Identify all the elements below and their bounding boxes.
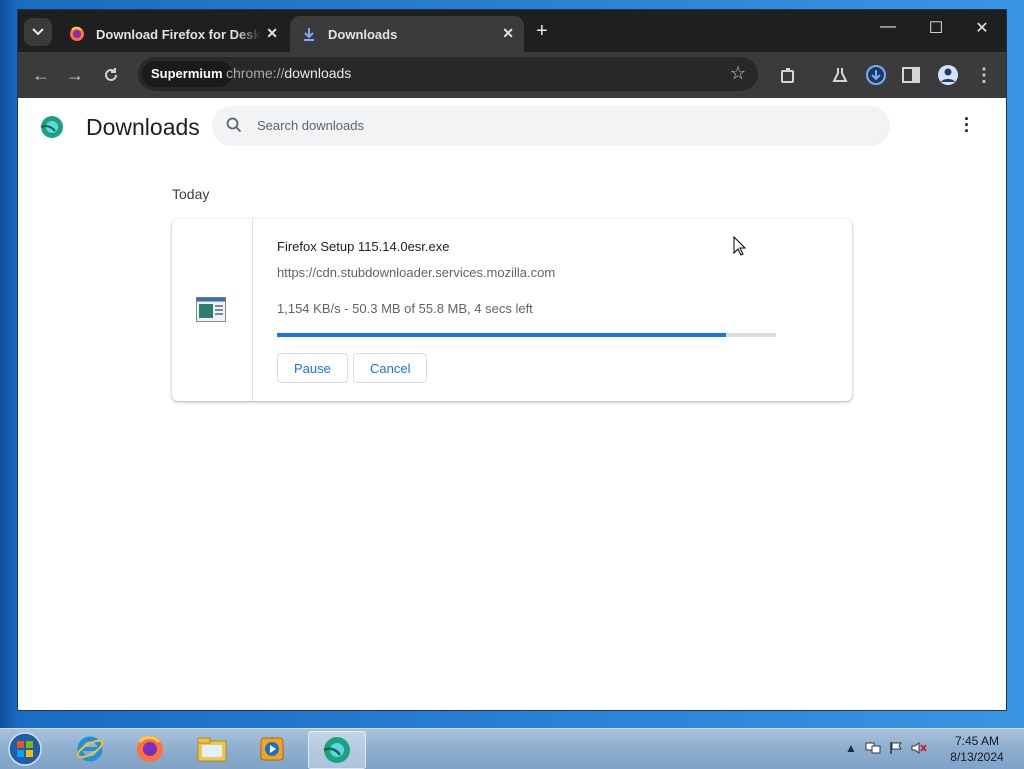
windows-start-icon[interactable]: [6, 731, 44, 767]
action-center-flag-icon[interactable]: [889, 741, 903, 755]
supermium-logo-icon: [40, 116, 63, 138]
close-window-button[interactable]: ✕: [962, 18, 1002, 38]
address-bar[interactable]: Supermium chrome://downloads ☆: [138, 57, 758, 91]
tab-downloads[interactable]: Downloads ✕: [290, 16, 524, 52]
browser-chip[interactable]: Supermium: [142, 61, 232, 87]
tab-title: Download Firefox for Desktop — Mozilla: [96, 26, 261, 42]
downloads-toolbar-icon[interactable]: [864, 63, 888, 87]
download-icon: [300, 25, 318, 43]
downloads-page: Downloads Search downloads · · · Today Fir…: [18, 98, 1006, 710]
more-options-icon[interactable]: · · ·: [964, 110, 970, 140]
page-title: Downloads: [86, 114, 200, 140]
close-icon[interactable]: ✕: [266, 25, 278, 42]
search-placeholder: Search downloads: [257, 118, 364, 133]
chevron-down-icon: [32, 28, 44, 36]
search-icon: [226, 117, 242, 133]
file-icon-column: [172, 219, 253, 401]
download-item-card: Firefox Setup 115.14.0esr.exe https://cd…: [172, 219, 852, 401]
tab-search-button[interactable]: [24, 18, 52, 46]
tab-strip: Download Firefox for Desktop — Mozilla ✕…: [18, 10, 1006, 52]
file-explorer-icon[interactable]: [184, 731, 240, 767]
profile-avatar-icon[interactable]: [936, 63, 960, 87]
side-panel-icon[interactable]: [899, 63, 923, 87]
browser-toolbar: ← → Supermium chrome://downloads ☆ ⋮: [18, 52, 1006, 98]
download-progress-fill: [277, 333, 727, 337]
reload-button[interactable]: [98, 62, 124, 88]
internet-explorer-icon[interactable]: [62, 731, 118, 767]
media-player-icon[interactable]: [244, 731, 300, 767]
exe-file-icon: [196, 297, 226, 322]
minimize-button[interactable]: —: [868, 18, 908, 36]
new-tab-button[interactable]: +: [536, 20, 548, 43]
tab-firefox-download[interactable]: Download Firefox for Desktop — Mozilla ✕: [58, 16, 288, 52]
cancel-button[interactable]: Cancel: [353, 353, 428, 383]
clock-time: 7:45 AM: [954, 734, 1000, 748]
download-status-text: 1,154 KB/s - 50.3 MB of 55.8 MB, 4 secs …: [277, 301, 533, 316]
network-icon[interactable]: [865, 741, 881, 755]
download-progress-bar: [277, 333, 776, 337]
back-button[interactable]: ←: [28, 62, 54, 88]
mouse-cursor-icon: [733, 236, 747, 256]
system-tray: ▲: [845, 741, 927, 755]
firefox-icon: [68, 25, 86, 43]
maximize-button[interactable]: ☐: [916, 18, 956, 38]
firefox-icon[interactable]: [122, 731, 178, 767]
volume-muted-icon[interactable]: [911, 741, 927, 755]
system-clock[interactable]: 7:45 AM 8/13/2024: [940, 733, 1014, 765]
browser-menu-icon[interactable]: ⋮: [972, 63, 996, 87]
bookmark-star-icon[interactable]: ☆: [730, 63, 746, 84]
forward-button[interactable]: →: [62, 62, 88, 88]
close-icon[interactable]: ✕: [502, 25, 514, 42]
url-text[interactable]: chrome://downloads: [226, 65, 351, 81]
download-file-name[interactable]: Firefox Setup 115.14.0esr.exe: [277, 239, 449, 254]
download-source-url[interactable]: https://cdn.stubdownloader.services.mozi…: [277, 265, 555, 280]
extensions-icon[interactable]: [776, 63, 800, 87]
supermium-icon[interactable]: [308, 731, 366, 769]
labs-flask-icon[interactable]: [828, 63, 852, 87]
show-hidden-icons-icon[interactable]: ▲: [845, 741, 857, 755]
clock-date: 8/13/2024: [950, 750, 1004, 764]
browser-window: Download Firefox for Desktop — Mozilla ✕…: [18, 10, 1006, 710]
pause-button[interactable]: Pause: [277, 353, 348, 383]
tab-title: Downloads: [328, 26, 398, 42]
taskbar: ▲ 7:45 AM 8/13/2024: [0, 728, 1024, 769]
search-input[interactable]: Search downloads: [212, 106, 890, 146]
date-heading: Today: [172, 186, 210, 202]
reload-icon: [105, 68, 117, 81]
